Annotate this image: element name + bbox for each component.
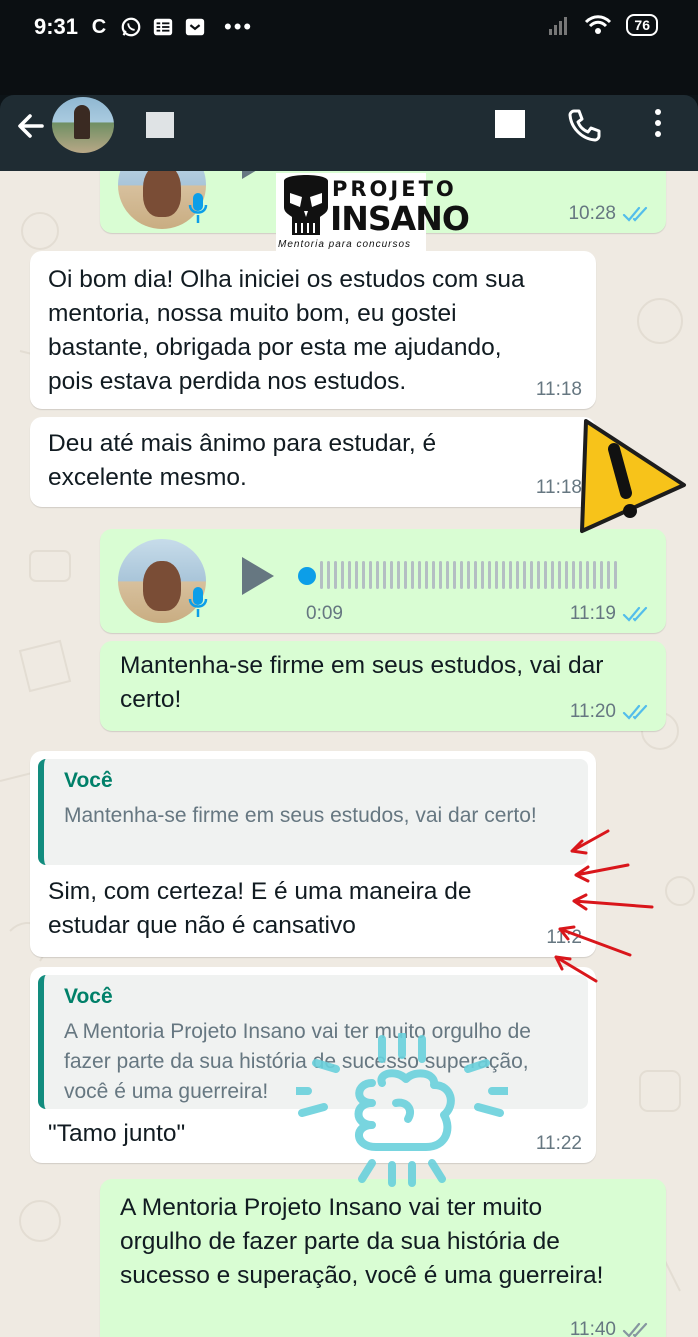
logo-line-2: INSANO	[330, 199, 470, 238]
whatsapp-icon	[121, 17, 141, 37]
time-label: 11:22	[535, 1133, 582, 1154]
quoted-message[interactable]: Você Mantenha-se firme em seus estudos, …	[38, 759, 588, 865]
logo-tagline: Mentoria para concursos	[278, 239, 412, 250]
voice-waveform[interactable]	[320, 561, 617, 589]
read-ticks-icon	[622, 704, 648, 720]
warning-icon	[580, 419, 686, 533]
message-time: 11:22	[536, 1133, 582, 1155]
chat-header	[0, 95, 698, 171]
message-bubble-voice-out[interactable]: 0:09 11:19	[100, 529, 666, 633]
read-ticks-icon	[622, 606, 648, 622]
voice-duration: 0:09	[306, 603, 343, 624]
message-time: 11:40	[570, 1319, 652, 1337]
message-text: Deu até mais ânimo para estudar, é excel…	[48, 430, 437, 491]
c-icon: C	[91, 15, 107, 38]
quote-author: Você	[64, 985, 113, 1008]
message-time: 10:28	[568, 203, 652, 225]
projeto-insano-logo: PROJETO INSANO Mentoria para concursos	[276, 173, 470, 251]
message-bubble-out[interactable]: Mantenha-se firme em seus estudos, vai d…	[100, 641, 666, 731]
wifi-icon	[585, 15, 612, 34]
logo-line-1: PROJETO	[332, 177, 457, 201]
play-button[interactable]	[242, 557, 274, 595]
signal-icon	[549, 17, 568, 35]
time-label: 10:28	[568, 203, 616, 224]
red-arrows-annotation	[554, 829, 654, 983]
pocket-icon	[185, 18, 205, 36]
time-label: 11:19	[569, 603, 616, 624]
message-text: Sim, com certeza! E é uma maneira de est…	[48, 878, 472, 939]
message-bubble-in[interactable]: Deu até mais ânimo para estudar, é excel…	[30, 417, 596, 507]
battery-icon: 76	[626, 14, 658, 36]
quote-author: Você	[64, 769, 113, 792]
chat-area[interactable]: 10:28 Oi bom dia! Olha iniciei os estudo…	[0, 171, 698, 1337]
mic-icon	[188, 587, 208, 617]
message-text: Oi bom dia! Olha iniciei os estudos com …	[48, 266, 525, 395]
voice-progress-dot[interactable]	[298, 567, 316, 585]
message-time: 11:19	[570, 603, 652, 625]
play-button[interactable]	[242, 171, 274, 179]
notes-icon	[153, 18, 173, 36]
time-label: 11:18	[535, 379, 582, 400]
message-time: 11:18	[536, 379, 582, 401]
more-options-icon[interactable]	[650, 109, 666, 143]
phone-icon[interactable]	[566, 107, 602, 143]
time-label: 11:40	[569, 1319, 616, 1337]
more-notifications: •••	[224, 14, 254, 39]
status-bar: 9:31 C ••• 76	[0, 0, 698, 95]
delivered-ticks-icon	[622, 1322, 648, 1337]
message-bubble-in[interactable]: Oi bom dia! Olha iniciei os estudos com …	[30, 251, 596, 409]
video-call-icon[interactable]	[495, 110, 525, 138]
status-time: 9:31	[34, 14, 79, 39]
contact-name-redacted[interactable]	[146, 112, 174, 138]
skull-icon	[284, 175, 328, 235]
time-label: 11:20	[569, 701, 616, 722]
arrow-left-icon[interactable]	[14, 109, 48, 143]
quote-text: Mantenha-se firme em seus estudos, vai d…	[64, 804, 537, 827]
contact-avatar[interactable]	[52, 97, 114, 153]
mic-icon	[188, 193, 208, 223]
message-text: Mantenha-se firme em seus estudos, vai d…	[120, 652, 604, 713]
read-ticks-icon	[622, 206, 648, 222]
fist-bump-icon	[296, 1033, 508, 1187]
message-bubble-in-reply[interactable]: Você Mantenha-se firme em seus estudos, …	[30, 751, 596, 957]
message-time: 11:20	[570, 701, 652, 723]
